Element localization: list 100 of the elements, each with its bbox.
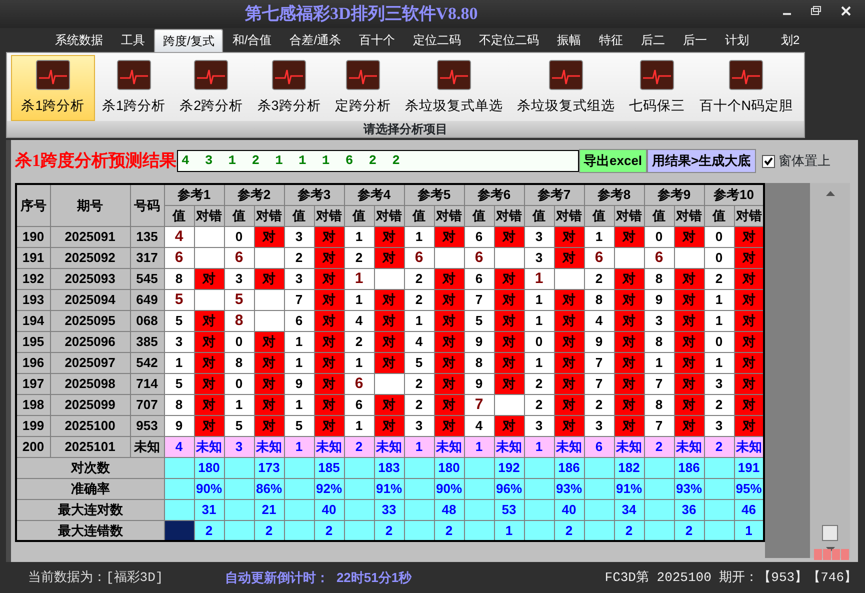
table-cell: 对 (314, 373, 344, 394)
table-cell: 未知 (194, 436, 224, 457)
table-cell: 对 (614, 415, 644, 436)
table-cell: 5 (284, 415, 314, 436)
table-cell: 3 (524, 415, 554, 436)
table-cell: 4 (404, 331, 434, 352)
table-cell: 3 (644, 310, 674, 331)
menu-tab[interactable]: 后二 (632, 28, 674, 52)
table-cell: 对 (254, 415, 284, 436)
scroll-up-icon[interactable] (826, 191, 834, 196)
table-cell: 对 (674, 415, 704, 436)
table-cell: 6 (464, 247, 494, 268)
topmost-checkbox[interactable] (762, 154, 775, 168)
table-cell: 86% (254, 478, 284, 499)
selected-cell[interactable] (164, 520, 194, 541)
table-cell: 91% (374, 478, 404, 499)
table-cell: 1 (284, 436, 314, 457)
table-cell: 8 (164, 268, 194, 289)
table-cell: 1 (344, 268, 374, 289)
table-cell: 190 (16, 226, 50, 247)
table-cell: 对 (494, 373, 524, 394)
ribbon-button[interactable]: 杀2跨分析 (172, 55, 250, 121)
menu-tab[interactable]: 特征 (590, 28, 632, 52)
generate-button[interactable]: 用结果>生成大底 (647, 149, 756, 173)
table-cell: 2025094 (50, 289, 130, 310)
ribbon-button[interactable]: 杀3跨分析 (250, 55, 328, 121)
ribbon-button[interactable]: 杀垃圾复式单选 (398, 55, 510, 121)
table-cell: 对 (614, 226, 644, 247)
table-cell: 186 (674, 457, 704, 478)
table-cell: 95% (734, 478, 764, 499)
table-cell: 对 (254, 373, 284, 394)
table-cell: 0 (224, 373, 254, 394)
ribbon-button[interactable]: 七码保三 (622, 55, 692, 121)
table-cell: 8 (164, 394, 194, 415)
table-cell: 对 (314, 247, 344, 268)
table-cell: 317 (130, 247, 164, 268)
table-cell: 1 (404, 436, 434, 457)
draw-result-text: FC3D第 2025100 期开：【953】【746】 (604, 568, 857, 587)
menu-tab[interactable]: 合差/通杀 (280, 28, 350, 52)
menu-tab[interactable]: 后一 (674, 28, 716, 52)
table-cell: 1 (494, 520, 524, 541)
menu-tab[interactable]: 定位二码 (404, 28, 470, 52)
close-icon[interactable] (841, 6, 851, 16)
table-cell: 对 (434, 226, 464, 247)
table-cell: 2 (254, 520, 284, 541)
menu-tab[interactable]: 百十个 (350, 28, 404, 52)
table-cell: 对 (614, 310, 644, 331)
restore-icon[interactable] (811, 6, 821, 15)
table-cell: 1 (704, 289, 734, 310)
table-cell: 9 (164, 415, 194, 436)
menu-tab[interactable]: 系统数据 (46, 28, 112, 52)
scroll-thumb[interactable] (822, 525, 838, 541)
ribbon-button[interactable]: 百十个N码定胆 (692, 55, 800, 121)
column-header: 对错 (494, 205, 524, 226)
column-header: 对错 (674, 205, 704, 226)
table-cell: 2 (434, 520, 464, 541)
table-cell: 707 (130, 394, 164, 415)
table-cell: 对 (614, 373, 644, 394)
menu-tab[interactable]: 划2 (772, 28, 809, 52)
ribbon-button[interactable]: 定跨分析 (328, 55, 398, 121)
menu-tab[interactable]: 振幅 (548, 28, 590, 52)
table-cell: 195 (16, 331, 50, 352)
table-cell: 185 (314, 457, 344, 478)
table-cell: 545 (130, 268, 164, 289)
table-cell: 6 (584, 247, 614, 268)
ribbon-button[interactable]: 杀1跨分析 (11, 55, 95, 121)
table-cell: 4 (344, 310, 374, 331)
result-field[interactable]: 4 3 1 2 1 1 1 6 2 2 (176, 150, 578, 172)
table-cell: 对 (374, 415, 404, 436)
menu-tab[interactable]: 工具 (112, 28, 154, 52)
table-cell: 40 (314, 499, 344, 520)
table-cell: 1 (524, 436, 554, 457)
table-cell: 0 (224, 331, 254, 352)
column-header: 对错 (614, 205, 644, 226)
table-cell: 对 (734, 310, 764, 331)
scrollbar[interactable] (810, 183, 850, 558)
menu-tab[interactable]: 不定位二码 (470, 28, 548, 52)
table-cell: 1 (524, 268, 554, 289)
column-header: 对错 (314, 205, 344, 226)
menu-tab[interactable]: 跨度/复式 (154, 29, 224, 52)
table-cell: 5 (164, 310, 194, 331)
group-header: 参考8 (584, 184, 644, 205)
ribbon-button[interactable]: 杀垃圾复式组选 (510, 55, 622, 121)
menu-tab[interactable]: 和/合值 (223, 28, 281, 52)
ribbon-button[interactable]: 杀1跨分析 (95, 55, 173, 121)
table-cell: 9 (584, 331, 614, 352)
table-cell: 182 (614, 457, 644, 478)
countdown-text: 自动更新倒计时： 22时51分1秒 (225, 568, 412, 587)
export-button[interactable]: 导出excel (578, 149, 648, 173)
table-cell: 对 (194, 352, 224, 373)
table-cell: 对 (494, 268, 524, 289)
table-cell: 1 (344, 352, 374, 373)
table-cell: 对 (494, 310, 524, 331)
table-cell: 2 (584, 394, 614, 415)
table-cell: 4 (164, 436, 194, 457)
table-cell: 191 (16, 247, 50, 268)
table-cell: 2 (524, 373, 554, 394)
row-label: 最大连错数 (16, 520, 164, 541)
menu-tab[interactable]: 计划 (716, 28, 758, 52)
table-cell: 对 (554, 331, 584, 352)
